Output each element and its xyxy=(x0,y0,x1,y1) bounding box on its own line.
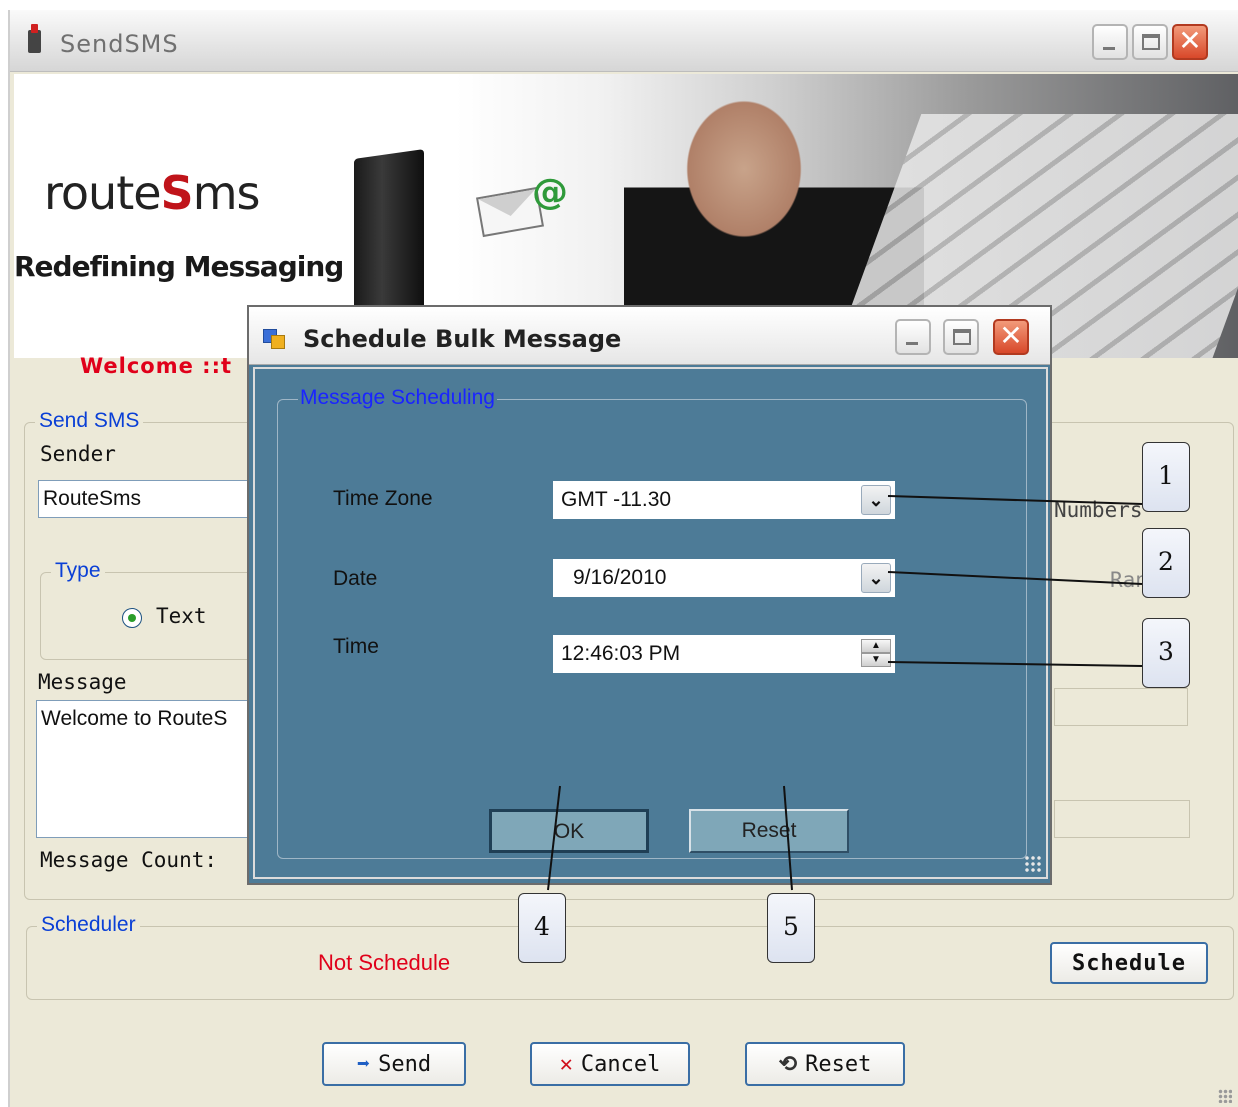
callout-5: 5 xyxy=(767,893,815,963)
leader-line-5 xyxy=(783,785,793,891)
leader-line-3 xyxy=(887,661,1143,667)
leader-line-4 xyxy=(547,785,561,891)
callout-2: 2 xyxy=(1142,528,1190,598)
leader-line-1 xyxy=(887,495,1143,505)
callout-1: 1 xyxy=(1142,442,1190,512)
leader-line-2 xyxy=(887,571,1143,585)
callout-4: 4 xyxy=(518,893,566,963)
callout-leader-lines xyxy=(547,495,1143,891)
callout-3: 3 xyxy=(1142,618,1190,688)
